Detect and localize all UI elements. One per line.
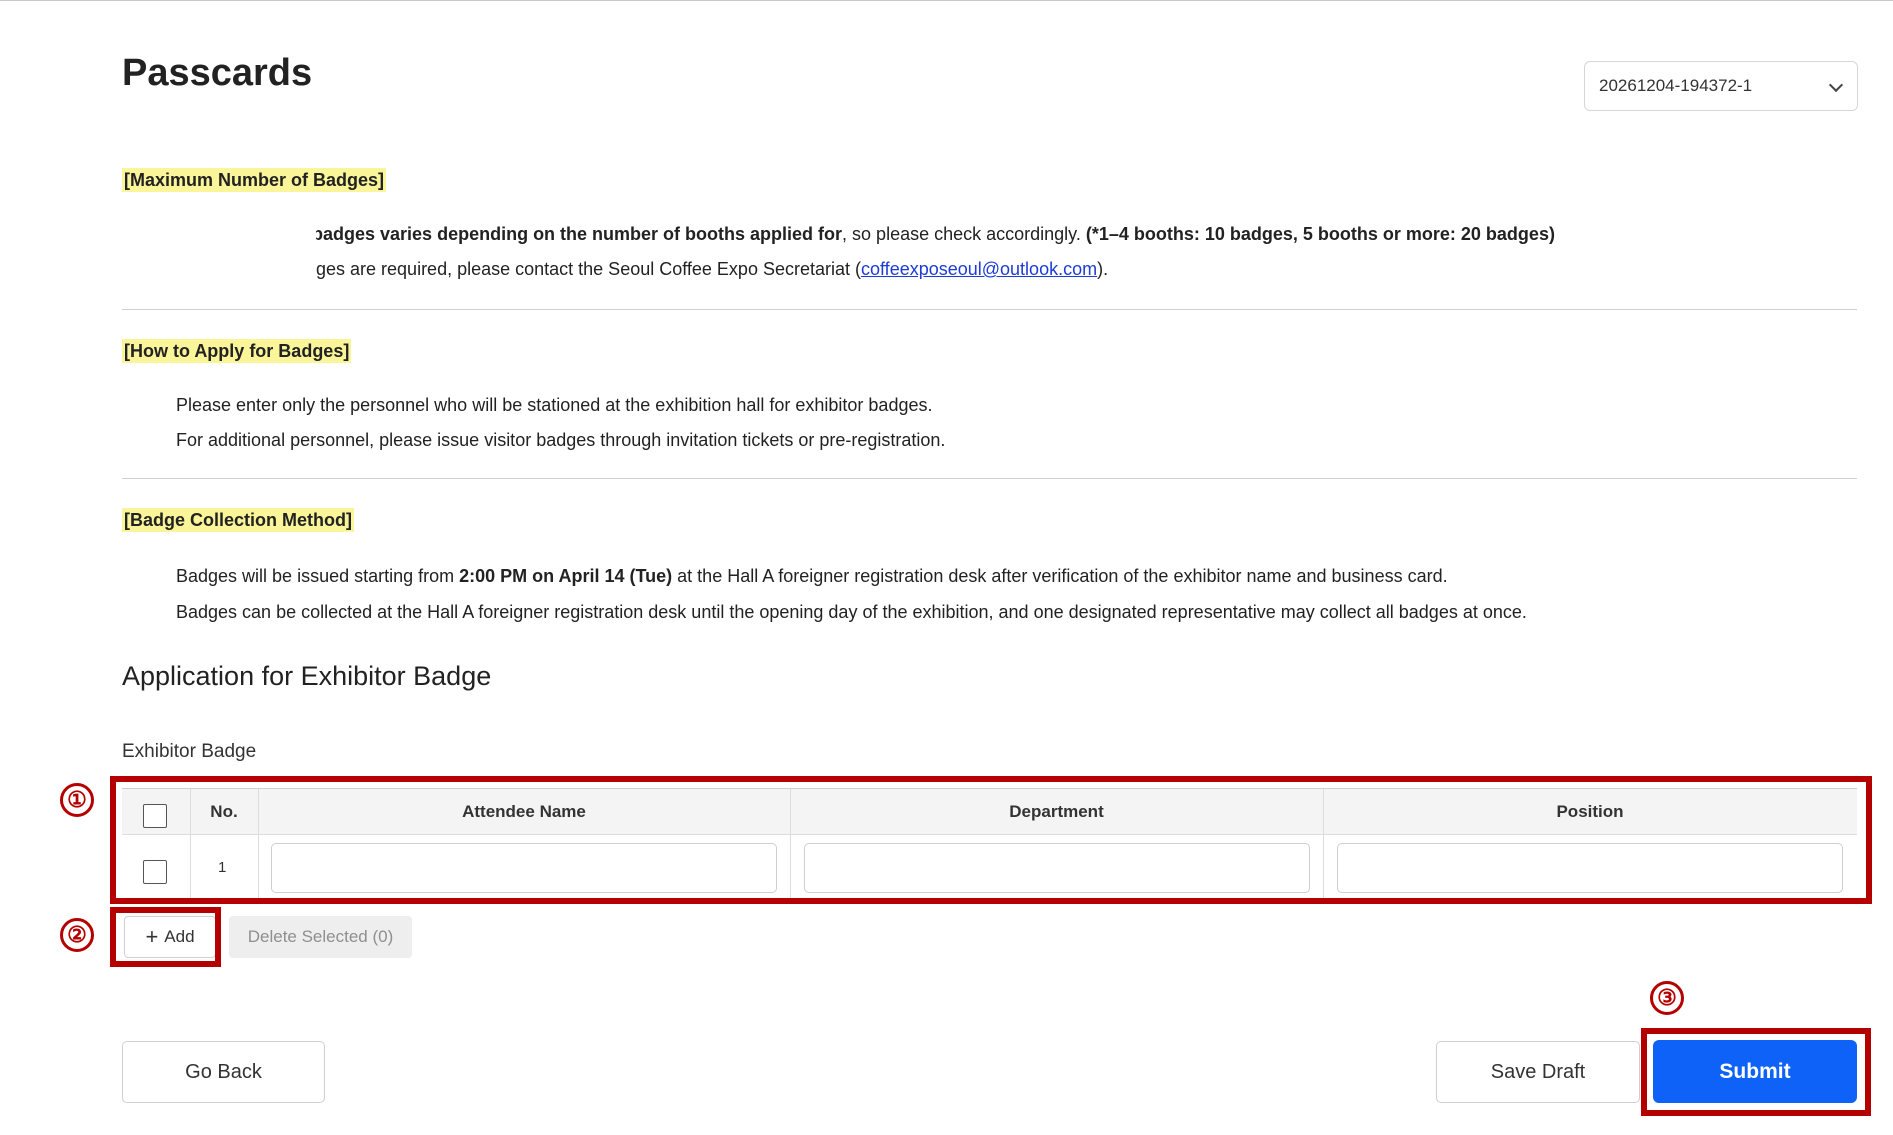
annotation-box-submit xyxy=(1641,1028,1871,1116)
delete-selected-button[interactable]: Delete Selected (0) xyxy=(229,916,412,958)
go-back-button[interactable]: Go Back xyxy=(122,1041,325,1103)
max-badges-line2-pre: ges are required, please contact the Seo… xyxy=(316,259,861,279)
collection-line1-post: at the Hall A foreigner registration des… xyxy=(672,566,1448,586)
annotation-box-add xyxy=(110,907,221,967)
section-divider xyxy=(122,478,1857,479)
max-badges-line1-rest: , so please check accordingly. xyxy=(842,224,1086,244)
application-id-value: 20261204-194372-1 xyxy=(1599,76,1753,95)
collection-heading: [Badge Collection Method] xyxy=(122,508,354,532)
annotation-number-2: ② xyxy=(60,918,94,952)
max-badges-line1: badges varies depending on the number of… xyxy=(316,222,1816,248)
page: Passcards 20261204-194372-1 [Maximum Num… xyxy=(0,0,1893,1135)
form-title: Application for Exhibitor Badge xyxy=(122,661,492,691)
annotation-number-1: ① xyxy=(60,783,94,817)
max-badges-line2: ges are required, please contact the Seo… xyxy=(316,257,1816,283)
how-to-apply-heading: [How to Apply for Badges] xyxy=(122,339,352,363)
annotation-number-3: ③ xyxy=(1650,981,1684,1015)
annotation-box-table xyxy=(110,776,1872,904)
application-id-select[interactable]: 20261204-194372-1 xyxy=(1584,61,1858,111)
collection-line1: Badges will be issued starting from 2:00… xyxy=(176,564,1448,588)
top-divider xyxy=(0,0,1893,1)
section-divider xyxy=(122,309,1857,310)
max-badges-line1-bold: badges varies depending on the number of… xyxy=(316,224,843,244)
how-to-apply-line2: For additional personnel, please issue v… xyxy=(176,430,946,450)
how-to-apply-line1: Please enter only the personnel who will… xyxy=(176,395,933,415)
collection-line2: Badges can be collected at the Hall A fo… xyxy=(176,602,1527,622)
table-label: Exhibitor Badge xyxy=(122,741,257,762)
chevron-down-icon xyxy=(1829,79,1843,93)
secretariat-email-link[interactable]: coffeexposeoul@outlook.com xyxy=(861,259,1097,279)
page-title: Passcards xyxy=(122,52,313,94)
collection-line1-bold: 2:00 PM on April 14 (Tue) xyxy=(459,566,673,586)
max-badges-line1-bold2: (*1–4 booths: 10 badges, 5 booths or mor… xyxy=(1085,224,1555,244)
collection-line1-pre: Badges will be issued starting from xyxy=(176,566,460,586)
max-badges-line2-post: ). xyxy=(1097,259,1109,279)
save-draft-button[interactable]: Save Draft xyxy=(1436,1041,1640,1103)
max-badges-heading: [Maximum Number of Badges] xyxy=(122,168,387,192)
